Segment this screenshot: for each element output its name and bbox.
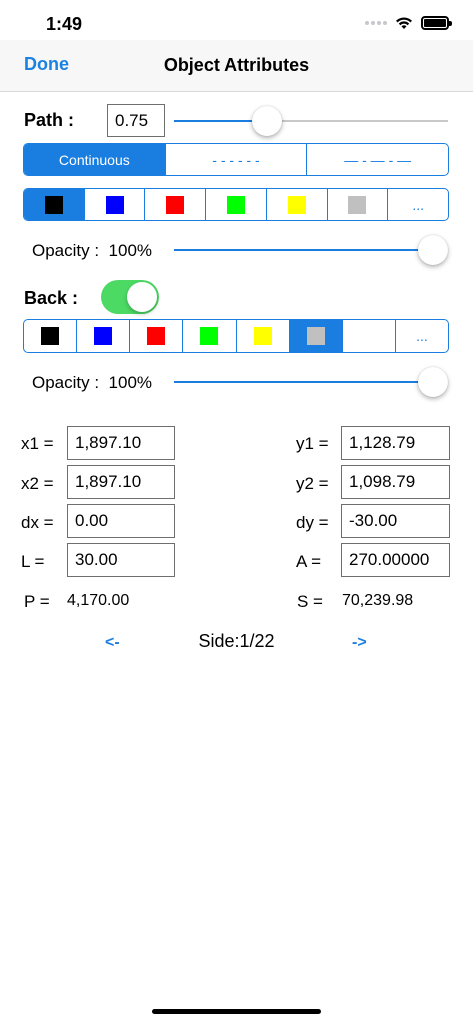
dy-label: dy = bbox=[296, 513, 329, 532]
color-swatch bbox=[44, 195, 63, 214]
back-opacity-label: Opacity : 100% bbox=[32, 373, 152, 393]
dx-field[interactable]: 0.00 bbox=[67, 504, 175, 538]
length-label: L = bbox=[21, 552, 45, 571]
path-color-blue[interactable] bbox=[85, 189, 146, 220]
path-color-black[interactable] bbox=[24, 189, 85, 220]
length-field[interactable]: 30.00 bbox=[67, 543, 175, 577]
side-indicator: Side:1/22 bbox=[198, 631, 275, 651]
style-dashed[interactable]: - - - - - - bbox=[166, 144, 308, 175]
style-continuous[interactable]: Continuous bbox=[24, 144, 166, 175]
color-swatch bbox=[41, 327, 60, 345]
wifi-icon bbox=[396, 17, 412, 29]
back-color-segmented-control[interactable]: ... bbox=[23, 319, 449, 353]
x1-label: x1 = bbox=[21, 434, 54, 453]
path-label: Path : bbox=[24, 110, 75, 130]
x1-field[interactable]: 1,897.10 bbox=[67, 426, 175, 460]
color-swatch bbox=[306, 327, 325, 345]
status-time: 1:49 bbox=[46, 14, 83, 34]
page-title: Object Attributes bbox=[163, 55, 310, 75]
back-color-green[interactable] bbox=[183, 320, 237, 352]
path-color-green[interactable] bbox=[206, 189, 267, 220]
back-color-yellow[interactable] bbox=[237, 320, 290, 352]
back-color-gray[interactable] bbox=[289, 320, 343, 352]
path-opacity-label: Opacity : 100% bbox=[32, 241, 152, 261]
x2-label: x2 = bbox=[21, 474, 54, 493]
color-swatch bbox=[287, 195, 306, 214]
angle-field[interactable]: 270.00000 bbox=[341, 543, 450, 577]
angle-label: A = bbox=[296, 552, 322, 571]
dy-field[interactable]: -30.00 bbox=[341, 504, 450, 538]
color-swatch bbox=[147, 327, 166, 345]
opacity-label-text: Opacity : bbox=[32, 241, 100, 260]
path-width-slider[interactable] bbox=[174, 106, 448, 136]
path-width-field[interactable]: 0.75 bbox=[107, 104, 165, 137]
opacity-value: 100% bbox=[108, 373, 153, 392]
color-swatch bbox=[94, 327, 113, 345]
x2-field[interactable]: 1,897.10 bbox=[67, 465, 175, 499]
back-color-empty[interactable] bbox=[343, 320, 396, 352]
color-swatch bbox=[348, 195, 367, 214]
battery-icon bbox=[421, 16, 452, 30]
path-color-yellow[interactable] bbox=[267, 189, 328, 220]
back-fill-toggle[interactable] bbox=[101, 280, 159, 314]
style-dash-dot[interactable]: — - — - — bbox=[307, 144, 448, 175]
path-color-more[interactable]: ... bbox=[388, 189, 448, 220]
color-swatch bbox=[227, 195, 246, 214]
path-color-red[interactable] bbox=[145, 189, 207, 220]
slider-thumb[interactable] bbox=[252, 106, 282, 136]
back-label: Back : bbox=[24, 288, 79, 308]
back-color-blue[interactable] bbox=[77, 320, 131, 352]
path-color-gray[interactable] bbox=[328, 189, 389, 220]
color-swatch bbox=[253, 327, 272, 345]
perimeter-value: 4,170.00 bbox=[67, 592, 130, 609]
cellular-signal-icon bbox=[365, 21, 387, 25]
slider-thumb[interactable] bbox=[418, 235, 448, 265]
line-style-segmented-control[interactable]: Continuous - - - - - - — - — - — bbox=[23, 143, 449, 176]
color-swatch bbox=[200, 327, 219, 345]
navigation-bar: Done Object Attributes bbox=[0, 40, 473, 92]
dx-label: dx = bbox=[21, 513, 54, 532]
path-opacity-slider[interactable] bbox=[174, 235, 448, 265]
slider-thumb[interactable] bbox=[418, 367, 448, 397]
y1-field[interactable]: 1,128.79 bbox=[341, 426, 450, 460]
back-color-black[interactable] bbox=[24, 320, 78, 352]
perimeter-label: P = bbox=[24, 592, 50, 611]
opacity-label-text: Opacity : bbox=[32, 373, 100, 392]
y2-field[interactable]: 1,098.79 bbox=[341, 465, 450, 499]
surface-value: 70,239.98 bbox=[342, 592, 414, 609]
home-indicator bbox=[152, 1009, 321, 1014]
y1-label: y1 = bbox=[296, 434, 329, 453]
path-color-segmented-control[interactable]: ... bbox=[23, 188, 449, 221]
color-swatch bbox=[166, 195, 185, 214]
back-color-red[interactable] bbox=[130, 320, 184, 352]
back-opacity-slider[interactable] bbox=[174, 367, 448, 397]
surface-label: S = bbox=[297, 592, 323, 611]
color-swatch bbox=[105, 195, 124, 214]
status-icons bbox=[365, 16, 452, 30]
status-bar: 1:49 bbox=[0, 0, 473, 40]
y2-label: y2 = bbox=[296, 474, 329, 493]
opacity-value: 100% bbox=[108, 241, 153, 260]
next-side-button[interactable]: -> bbox=[352, 634, 367, 652]
back-color-more[interactable]: ... bbox=[396, 320, 448, 352]
